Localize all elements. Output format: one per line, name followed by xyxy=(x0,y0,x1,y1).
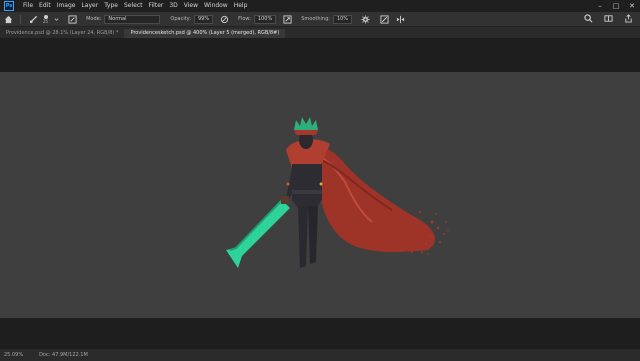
workspace-icon[interactable] xyxy=(603,13,613,23)
smoothing-field[interactable]: 10% xyxy=(332,14,353,24)
headdress xyxy=(294,117,318,130)
opacity-field[interactable]: 99% xyxy=(193,14,214,24)
flow-label: Flow: xyxy=(238,16,251,22)
flow-field[interactable]: 100% xyxy=(253,14,277,24)
menu-window[interactable]: Window xyxy=(201,0,231,12)
document-tab-providence[interactable]: Providence.psd @ 28.1% (Layer 24, RGB/8)… xyxy=(0,29,125,38)
figure-belt xyxy=(292,190,322,194)
document-tab-title: Providencesketch.psd @ 400% (Layer 5 (me… xyxy=(130,30,280,36)
menu-bar: Ps File Edit Image Layer Type Select Fil… xyxy=(0,0,640,12)
mode-label: Mode: xyxy=(86,16,102,22)
gear-icon[interactable] xyxy=(360,14,370,24)
status-bar: 25.09% Doc: 47.9M/122.1M xyxy=(0,348,640,361)
window-controls: – □ ✕ xyxy=(592,0,640,12)
photoshop-logo[interactable]: Ps xyxy=(4,1,14,11)
separator xyxy=(20,14,21,24)
menu-layer[interactable]: Layer xyxy=(78,0,101,12)
figure-shoulder-accent xyxy=(319,182,323,186)
sword-blade xyxy=(226,200,290,268)
document-canvas[interactable] xyxy=(0,72,640,318)
figure-right-leg xyxy=(308,206,318,264)
artwork-illustration xyxy=(226,117,449,268)
search-icon[interactable] xyxy=(583,13,593,23)
document-tab-title: Providence.psd @ 28.1% (Layer 24, RGB/8)… xyxy=(6,30,119,36)
document-tab-bar: Providence.psd @ 28.1% (Layer 24, RGB/8)… xyxy=(0,27,640,38)
home-icon[interactable] xyxy=(3,14,13,24)
document-size[interactable]: Doc: 47.9M/122.1M xyxy=(39,352,88,358)
menu-3d[interactable]: 3D xyxy=(166,0,180,12)
pressure-size-icon[interactable] xyxy=(379,14,389,24)
menu-select[interactable]: Select xyxy=(121,0,146,12)
chevron-down-icon[interactable] xyxy=(51,14,61,24)
menu-type[interactable]: Type xyxy=(101,0,121,12)
pressure-opacity-icon[interactable] xyxy=(219,14,229,24)
menu-help[interactable]: Help xyxy=(231,0,251,12)
close-button[interactable]: ✕ xyxy=(624,0,640,12)
options-bar: 25 Mode: Normal Opacity: 99% Flow: 100% … xyxy=(0,12,640,27)
airbrush-icon[interactable] xyxy=(282,14,292,24)
symmetry-icon[interactable] xyxy=(395,14,405,24)
brush-size-value: 25 xyxy=(43,18,49,24)
right-tools xyxy=(580,13,636,23)
document-tab-providencesketch[interactable]: Providencesketch.psd @ 400% (Layer 5 (me… xyxy=(124,29,286,38)
figure-arm-accent xyxy=(286,182,290,186)
smoothing-label: Smoothing: xyxy=(301,16,330,22)
figure-left-leg xyxy=(298,206,308,268)
zoom-level[interactable]: 25.09% xyxy=(4,352,23,358)
brush-preset-picker[interactable]: 25 xyxy=(43,14,49,24)
share-icon[interactable] xyxy=(623,13,633,23)
minimize-button[interactable]: – xyxy=(592,0,608,12)
maximize-button[interactable]: □ xyxy=(608,0,624,12)
menu-file[interactable]: File xyxy=(20,0,36,12)
brush-tool-icon[interactable] xyxy=(28,14,38,24)
menu-filter[interactable]: Filter xyxy=(146,0,167,12)
headdress-band xyxy=(294,130,318,135)
figure-torso xyxy=(292,164,322,208)
opacity-label: Opacity: xyxy=(170,16,191,22)
menu-image[interactable]: Image xyxy=(54,0,79,12)
menu-edit[interactable]: Edit xyxy=(36,0,54,12)
menu-view[interactable]: View xyxy=(181,0,201,12)
mode-dropdown[interactable]: Normal xyxy=(104,14,161,24)
sword-hilt xyxy=(281,196,289,204)
sword-edge xyxy=(229,199,283,251)
brush-settings-icon[interactable] xyxy=(67,14,77,24)
